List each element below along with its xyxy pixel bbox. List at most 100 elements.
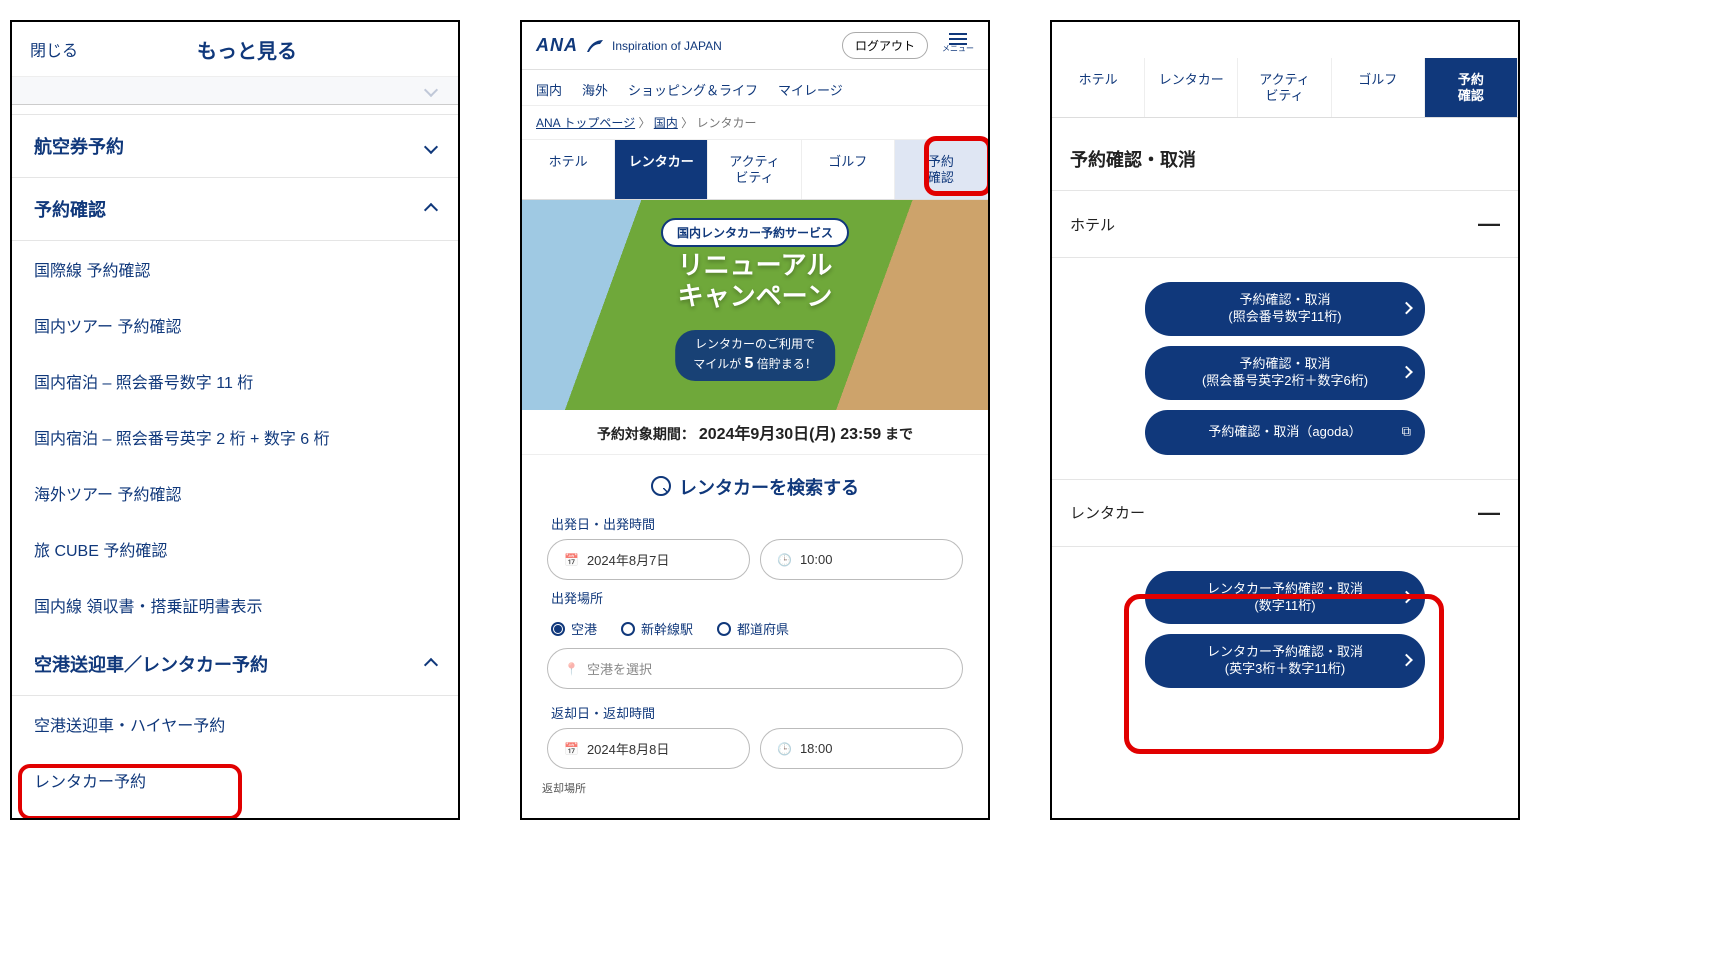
ret-time-field[interactable]: 18:00 [760, 728, 963, 769]
category-tabs: ホテル レンタカー アクティ ビティ ゴルフ 予約 確認 [522, 140, 988, 200]
nav-shopping[interactable]: ショッピング＆ライフ [628, 80, 758, 99]
airport-select-field[interactable]: 空港を選択 [547, 648, 963, 689]
calendar-icon [564, 741, 579, 756]
phone-2-rentacar-search: ANA Inspiration of JAPAN ログアウト メニュー 国内 海… [520, 20, 990, 820]
item-dom-receipt[interactable]: 国内線 領収書・搭乗証明書表示 [12, 577, 458, 633]
collapse-icon: — [1478, 211, 1500, 237]
menu-button[interactable]: メニュー [942, 38, 974, 54]
hero-pill: 国内レンタカー予約サービス [661, 218, 849, 247]
campaign-period: 予約対象期間： 2024年9月30日(月) 23:59 まで [522, 410, 988, 455]
clock-icon [777, 552, 792, 567]
section-label: レンタカー [1070, 502, 1145, 523]
breadcrumb: ANA トップページ 〉 国内 〉 レンタカー [522, 106, 988, 140]
dep-time-field[interactable]: 10:00 [760, 539, 963, 580]
item-overseas-tour-confirm[interactable]: 海外ツアー 予約確認 [12, 465, 458, 521]
hero-banner: 国内レンタカー予約サービス リニューアル キャンペーン レンタカーのご利用で マ… [522, 200, 988, 410]
airport-placeholder: 空港を選択 [587, 659, 652, 678]
tab-golf[interactable]: ゴルフ [1332, 58, 1425, 117]
calendar-icon [564, 552, 579, 567]
pill-hotel-confirm-11[interactable]: 予約確認・取消 (照会番号数字11桁) [1145, 282, 1425, 336]
tab-activity[interactable]: アクティ ビティ [708, 140, 801, 199]
chevron-up-icon [426, 654, 436, 675]
pill-hotel-confirm-agoda[interactable]: 予約確認・取消（agoda） ⧉ [1145, 410, 1425, 455]
nav-domestic[interactable]: 国内 [536, 80, 562, 99]
collapse-icon: — [1478, 500, 1500, 526]
ret-date-field[interactable]: 2024年8月8日 [547, 728, 750, 769]
global-nav: 国内 海外 ショッピング＆ライフ マイレージ [522, 70, 988, 106]
crumb-top[interactable]: ANA トップページ [536, 116, 635, 130]
item-dom-stay-11[interactable]: 国内宿泊 – 照会番号数字 11 桁 [12, 353, 458, 409]
radio-prefecture[interactable]: 都道府県 [717, 619, 789, 638]
radio-icon [717, 622, 731, 636]
crumb-current: レンタカー [696, 116, 756, 130]
page-title: 予約確認・取消 [1052, 118, 1518, 191]
chevron-right-icon [1402, 653, 1411, 670]
chevron-down-icon [426, 82, 436, 100]
label-dep-datetime: 出発日・出発時間 [551, 514, 959, 533]
item-tabicube-confirm[interactable]: 旅 CUBE 予約確認 [12, 521, 458, 577]
dep-time-value: 10:00 [800, 552, 833, 567]
page-title: もっと見る [96, 35, 458, 64]
phone-1-more-menu: 閉じる もっと見る 航空券予約 予約確認 国際線 予約確認 国内ツアー 予約確認… [10, 20, 460, 820]
chevron-down-icon [426, 136, 436, 157]
radio-icon [551, 622, 565, 636]
search-panel: レンタカーを検索する 出発日・出発時間 2024年8月7日 10:00 出発場所… [536, 465, 974, 778]
radio-shinkansen[interactable]: 新幹線駅 [621, 619, 693, 638]
top-bar: 閉じる もっと見る [12, 22, 458, 77]
close-button[interactable]: 閉じる [12, 37, 96, 61]
logout-button[interactable]: ログアウト [842, 32, 928, 59]
item-intl-confirm[interactable]: 国際線 予約確認 [12, 241, 458, 297]
label-dep-place: 出発場所 [551, 588, 959, 607]
nav-mileage[interactable]: マイレージ [778, 80, 843, 99]
hero-subtext: レンタカーのご利用で マイルが 5 倍貯まる！ [675, 330, 835, 381]
pill-hotel-confirm-2-6[interactable]: 予約確認・取消 (照会番号英字2桁＋数字6桁) [1145, 346, 1425, 400]
tab-activity[interactable]: アクティ ビティ [1238, 58, 1331, 117]
tab-booking-confirm[interactable]: 予約 確認 [1425, 58, 1518, 117]
item-dom-stay-2-6[interactable]: 国内宿泊 – 照会番号英字 2 桁 + 数字 6 桁 [12, 409, 458, 465]
item-rentacar-booking[interactable]: レンタカー予約 [12, 752, 458, 808]
section-label: 予約確認 [34, 196, 106, 222]
item-airport-hire[interactable]: 空港送迎車・ハイヤー予約 [12, 696, 458, 752]
section-booking-confirm[interactable]: 予約確認 [12, 178, 458, 241]
logo-text: ANA [536, 35, 578, 56]
search-title: レンタカーを検索する [547, 474, 963, 500]
radio-airport[interactable]: 空港 [551, 619, 597, 638]
section-label: 空港送迎車／レンタカー予約 [34, 651, 268, 677]
tab-booking-confirm[interactable]: 予約 確認 [895, 140, 988, 199]
tab-golf[interactable]: ゴルフ [802, 140, 895, 199]
pill-car-confirm-3-11[interactable]: レンタカー予約確認・取消 (英字3桁＋数字11桁) [1145, 634, 1425, 688]
ret-date-value: 2024年8月8日 [587, 739, 669, 758]
item-dom-tour-confirm[interactable]: 国内ツアー 予約確認 [12, 297, 458, 353]
section-rentacar[interactable]: レンタカー — [1052, 479, 1518, 547]
tab-rentacar[interactable]: レンタカー [615, 140, 708, 199]
tab-rentacar[interactable]: レンタカー [1145, 58, 1238, 117]
pill-car-confirm-11[interactable]: レンタカー予約確認・取消 (数字11桁) [1145, 571, 1425, 625]
chevron-up-icon [426, 199, 436, 220]
pin-icon [564, 661, 579, 676]
nav-international[interactable]: 海外 [582, 80, 608, 99]
section-label: 航空券予約 [34, 133, 124, 159]
crumb-domestic[interactable]: 国内 [654, 116, 678, 130]
collapsed-row-stub[interactable] [12, 77, 458, 105]
section-flight-booking[interactable]: 航空券予約 [12, 115, 458, 178]
app-header: ANA Inspiration of JAPAN ログアウト メニュー [522, 22, 988, 70]
chevron-right-icon [1402, 364, 1411, 381]
phone-3-booking-confirm: ホテル レンタカー アクティ ビティ ゴルフ 予約 確認 予約確認・取消 ホテル… [1050, 20, 1520, 820]
chevron-right-icon [1402, 301, 1411, 318]
section-airport-transfer[interactable]: 空港送迎車／レンタカー予約 [12, 633, 458, 696]
section-hotel[interactable]: ホテル — [1052, 191, 1518, 258]
logo-swoosh-icon [586, 38, 604, 54]
category-tabs: ホテル レンタカー アクティ ビティ ゴルフ 予約 確認 [1052, 58, 1518, 118]
tab-hotel[interactable]: ホテル [1052, 58, 1145, 117]
radio-icon [621, 622, 635, 636]
hero-headline: リニューアル キャンペーン [522, 250, 988, 312]
ret-time-value: 18:00 [800, 741, 833, 756]
label-ret-place-partial: 返却場所 [522, 778, 988, 798]
dep-date-field[interactable]: 2024年8月7日 [547, 539, 750, 580]
dep-date-value: 2024年8月7日 [587, 550, 669, 569]
tab-hotel[interactable]: ホテル [522, 140, 615, 199]
label-ret-datetime: 返却日・返却時間 [551, 703, 959, 722]
section-label: ホテル [1070, 214, 1115, 235]
brand-logo[interactable]: ANA Inspiration of JAPAN [536, 35, 722, 56]
external-link-icon: ⧉ [1402, 424, 1411, 441]
